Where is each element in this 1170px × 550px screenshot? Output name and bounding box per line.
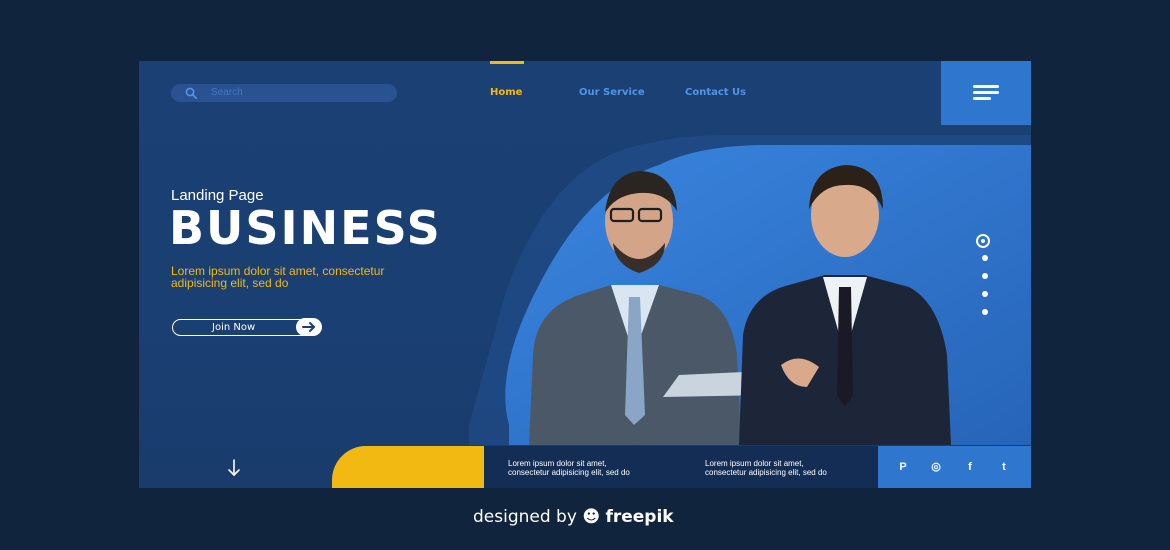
facebook-icon[interactable]: f bbox=[963, 460, 977, 474]
nav-contact-us[interactable]: Contact Us bbox=[685, 87, 746, 98]
search-icon bbox=[185, 87, 197, 99]
slide-dot[interactable] bbox=[982, 255, 988, 261]
scroll-down-icon[interactable] bbox=[227, 458, 241, 478]
twitter-icon[interactable]: t bbox=[997, 460, 1011, 474]
active-nav-indicator bbox=[490, 61, 524, 64]
join-now-button[interactable]: Join Now bbox=[172, 318, 322, 336]
join-now-label: Join Now bbox=[212, 322, 256, 333]
info-block-2: Lorem ipsum dolor sit amet, consectetur … bbox=[705, 459, 827, 477]
slide-dot[interactable] bbox=[982, 273, 988, 279]
hero-title: BUSINESS bbox=[169, 201, 442, 255]
info-text-line: Lorem ipsum dolor sit amet, bbox=[705, 459, 804, 468]
accent-block bbox=[332, 446, 484, 488]
hero-image bbox=[469, 135, 1031, 445]
hero-description-line: adipisicing elit, sed do bbox=[171, 276, 289, 290]
instagram-icon[interactable]: ◎ bbox=[929, 460, 943, 474]
hero-description: Lorem ipsum dolor sit amet, consectetur … bbox=[171, 265, 461, 289]
nav-home[interactable]: Home bbox=[490, 87, 522, 98]
slide-dot[interactable] bbox=[982, 291, 988, 297]
credit-brand: freepik bbox=[605, 507, 674, 527]
search-input[interactable]: Search bbox=[171, 84, 397, 102]
landing-card: Search Home Our Service Contact Us Landi… bbox=[139, 61, 1031, 488]
nav-our-service[interactable]: Our Service bbox=[579, 87, 645, 98]
freepik-logo-icon: ☻ bbox=[582, 507, 601, 527]
arrow-right-icon bbox=[296, 318, 322, 336]
info-text-line: consectetur adipisicing elit, sed do bbox=[508, 468, 630, 477]
pinterest-icon[interactable]: P bbox=[896, 460, 910, 474]
search-placeholder: Search bbox=[211, 87, 243, 98]
slide-dot-active[interactable] bbox=[976, 234, 990, 248]
menu-button[interactable] bbox=[941, 61, 1031, 125]
info-text-line: Lorem ipsum dolor sit amet, bbox=[508, 459, 607, 468]
social-bar: P ◎ f t bbox=[878, 446, 1031, 488]
info-block-1: Lorem ipsum dolor sit amet, consectetur … bbox=[508, 459, 630, 477]
slide-dot[interactable] bbox=[982, 309, 988, 315]
credit-prefix: designed by bbox=[473, 507, 577, 527]
info-text-line: consectetur adipisicing elit, sed do bbox=[705, 468, 827, 477]
credit: designed by ☻ freepik bbox=[473, 507, 674, 527]
